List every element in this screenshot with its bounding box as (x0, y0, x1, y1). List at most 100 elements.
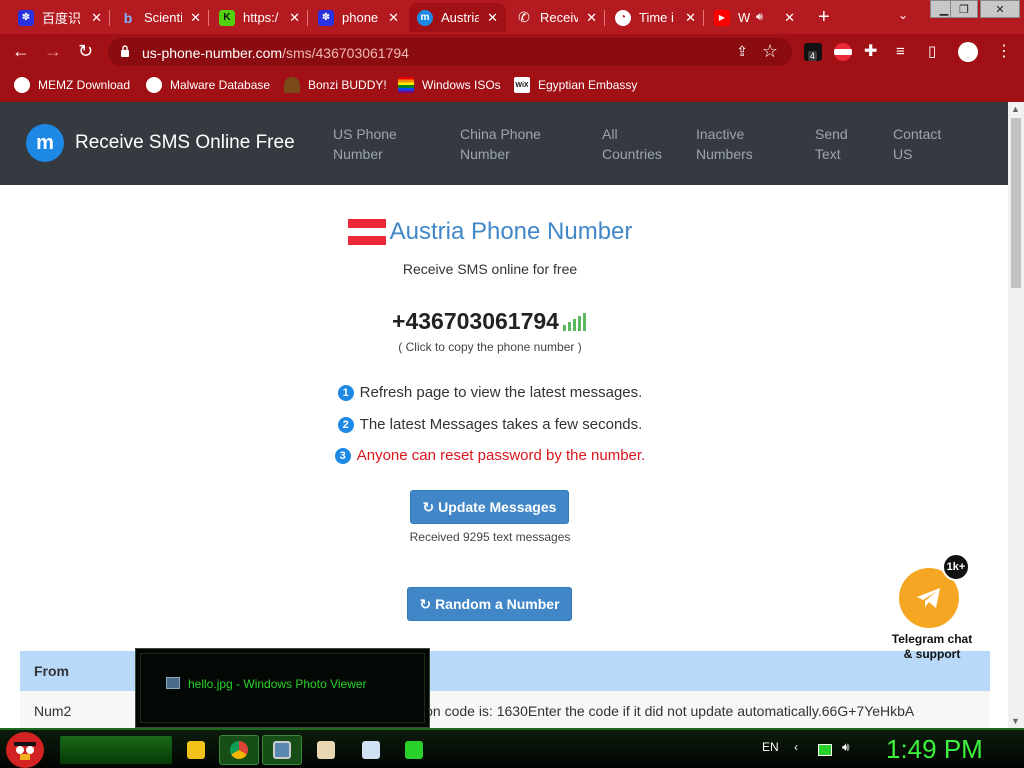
phone-number-row[interactable]: +436703061794 (0, 308, 980, 335)
side-panel-icon[interactable]: ▯ (928, 42, 936, 62)
taskbar-clock[interactable]: 1:49 PM (886, 734, 983, 765)
scrollbar-thumb[interactable] (1011, 118, 1021, 288)
bookmark-malware-db[interactable]: Malware Database (146, 77, 270, 93)
bookmark-label: Egyptian Embassy (538, 78, 638, 92)
back-arrow-icon[interactable]: ← (12, 41, 30, 61)
bookmark-egyptian-embassy[interactable]: WiX Egyptian Embassy (514, 77, 637, 93)
address-bar[interactable]: us-phone-number.com/sms/436703061794 ⇪ ☆ (108, 38, 792, 66)
k-icon: K (219, 9, 235, 26)
tab-2[interactable]: b Scienti ✕ (112, 3, 209, 32)
tab-5-active[interactable]: m Austria ✕ (409, 3, 506, 32)
speaker-icon[interactable]: 🔊︎ (756, 11, 763, 24)
url-text[interactable]: us-phone-number.com/sms/436703061794 (142, 45, 409, 61)
telegram-count-badge: 1k+ (942, 553, 970, 581)
austria-flag-icon (347, 219, 386, 246)
phone-icon: ✆ (518, 9, 530, 25)
taskbar-chrome[interactable] (219, 735, 259, 765)
taskbar-app-green[interactable] (394, 735, 434, 765)
close-icon[interactable]: ✕ (388, 10, 399, 26)
page-viewport: m Receive SMS Online Free US Phone Number… (0, 102, 1008, 728)
chrome-icon (230, 741, 248, 759)
forward-arrow-icon[interactable]: → (44, 41, 62, 61)
tab-title: Austria (441, 10, 479, 25)
taskbar-paint[interactable] (306, 735, 346, 765)
taskbar-preview-popup[interactable]: hello.jpg - Windows Photo Viewer (135, 648, 430, 728)
step-text: Anyone can reset password by the number. (356, 447, 646, 464)
telegram-plane-icon (917, 588, 940, 608)
column-header-from: From (34, 663, 69, 679)
tab-6[interactable]: ✆ Receiv ✕ (508, 3, 605, 32)
nav-china-phone-number[interactable]: China Phone Number (460, 124, 560, 164)
nav-label-line2: Number (333, 146, 383, 162)
update-messages-button[interactable]: ↻ Update Messages (410, 490, 569, 524)
close-icon[interactable]: ✕ (487, 10, 498, 26)
scroll-up-icon[interactable]: ▲ (1011, 104, 1020, 114)
nav-label-line2: Text (815, 146, 841, 162)
start-button-angry-bird-icon[interactable] (6, 732, 44, 768)
preview-title[interactable]: hello.jpg - Windows Photo Viewer (188, 677, 367, 691)
restore-icon[interactable]: ❐ (950, 0, 978, 18)
taskbar-notepad[interactable] (351, 735, 391, 765)
close-icon[interactable]: ✕ (586, 10, 597, 26)
bookmark-label: Windows ISOs (422, 78, 501, 92)
random-number-button[interactable]: ↻ Random a Number (407, 587, 572, 621)
copy-hint[interactable]: ( Click to copy the phone number ) (0, 340, 980, 354)
tab-search-chevron-icon[interactable]: ⌄ (898, 8, 908, 22)
bookmark-star-icon[interactable]: ☆ (762, 41, 778, 62)
site-logo-icon[interactable]: m (26, 124, 64, 162)
taskbar-file-explorer[interactable] (176, 735, 216, 765)
close-icon[interactable]: ✕ (784, 10, 795, 26)
tab-7[interactable]: ◔ Time i ✕ (607, 3, 704, 32)
nav-send-text[interactable]: Send Text (815, 124, 875, 164)
step-number-badge: 1 (337, 384, 354, 401)
reload-icon[interactable]: ↻ (78, 41, 93, 61)
close-icon[interactable]: ✕ (685, 10, 696, 26)
close-icon[interactable]: ✕ (289, 10, 300, 26)
close-icon[interactable]: ✕ (190, 10, 201, 26)
battery-icon[interactable] (818, 744, 832, 756)
language-indicator[interactable]: EN (762, 740, 779, 754)
taskbar: EN ‹ 🔊︎ 1:49 PM (0, 728, 1024, 768)
site-brand[interactable]: Receive SMS Online Free (75, 132, 295, 154)
taskbar-photo-viewer[interactable] (262, 735, 302, 765)
nav-us-phone-number[interactable]: US Phone Number (333, 124, 433, 164)
nav-label-line1: Inactive (696, 126, 745, 142)
site-m-icon: m (417, 9, 433, 26)
volume-icon[interactable]: 🔊︎ (842, 740, 850, 755)
profile-avatar-icon[interactable] (958, 42, 978, 62)
austria-flag-extension-icon[interactable] (834, 43, 852, 61)
tab-1[interactable]: ✽ 百度识 ✕ (10, 3, 110, 32)
ublock-extension-icon[interactable]: 4 (804, 43, 822, 61)
bookmark-memz[interactable]: MEMZ Download (14, 77, 130, 93)
nav-label-line2: US (893, 146, 913, 162)
extension-badge: 4 (808, 51, 818, 61)
tray-chevron-icon[interactable]: ‹ (794, 740, 798, 754)
new-tab-icon[interactable]: + (818, 6, 830, 29)
tab-4[interactable]: ✽ phone ✕ (310, 3, 407, 32)
step-text: Refresh page to view the latest messages… (359, 384, 643, 401)
bird-eye (16, 746, 24, 754)
extensions-puzzle-icon[interactable]: ✚ (864, 42, 877, 62)
window-close-icon[interactable]: ✕ (980, 0, 1020, 18)
more-menu-icon[interactable]: ⋮ (996, 42, 1012, 62)
media-control-icon[interactable]: ≡ (896, 42, 905, 62)
scroll-down-icon[interactable]: ▼ (1011, 716, 1020, 726)
nav-all-countries[interactable]: All Countries (602, 124, 702, 164)
page-scrollbar[interactable]: ▲ ▼ (1008, 102, 1024, 728)
green-app-icon (405, 741, 423, 759)
bookmark-windows-isos[interactable]: Windows ISOs (398, 77, 501, 93)
clock-icon: ◔ (615, 9, 631, 26)
bookmark-bonzi[interactable]: Bonzi BUDDY! (284, 77, 387, 93)
globe-icon (146, 77, 162, 93)
tab-title: phone (342, 10, 379, 25)
share-icon[interactable]: ⇪ (736, 43, 748, 60)
telegram-label[interactable]: Telegram chat & support (878, 632, 986, 662)
tab-separator (109, 10, 110, 26)
nav-contact-us[interactable]: Contact US (893, 124, 963, 164)
browser-toolbar: ← → ↻ us-phone-number.com/sms/4367030617… (0, 34, 1024, 70)
tab-3[interactable]: K https:/ ✕ (211, 3, 308, 32)
tab-8[interactable]: ▶ W 🔊︎ ✕ (706, 3, 803, 32)
phone-number[interactable]: +436703061794 (392, 308, 559, 335)
nav-inactive-numbers[interactable]: Inactive Numbers (696, 124, 796, 164)
close-icon[interactable]: ✕ (91, 10, 102, 26)
